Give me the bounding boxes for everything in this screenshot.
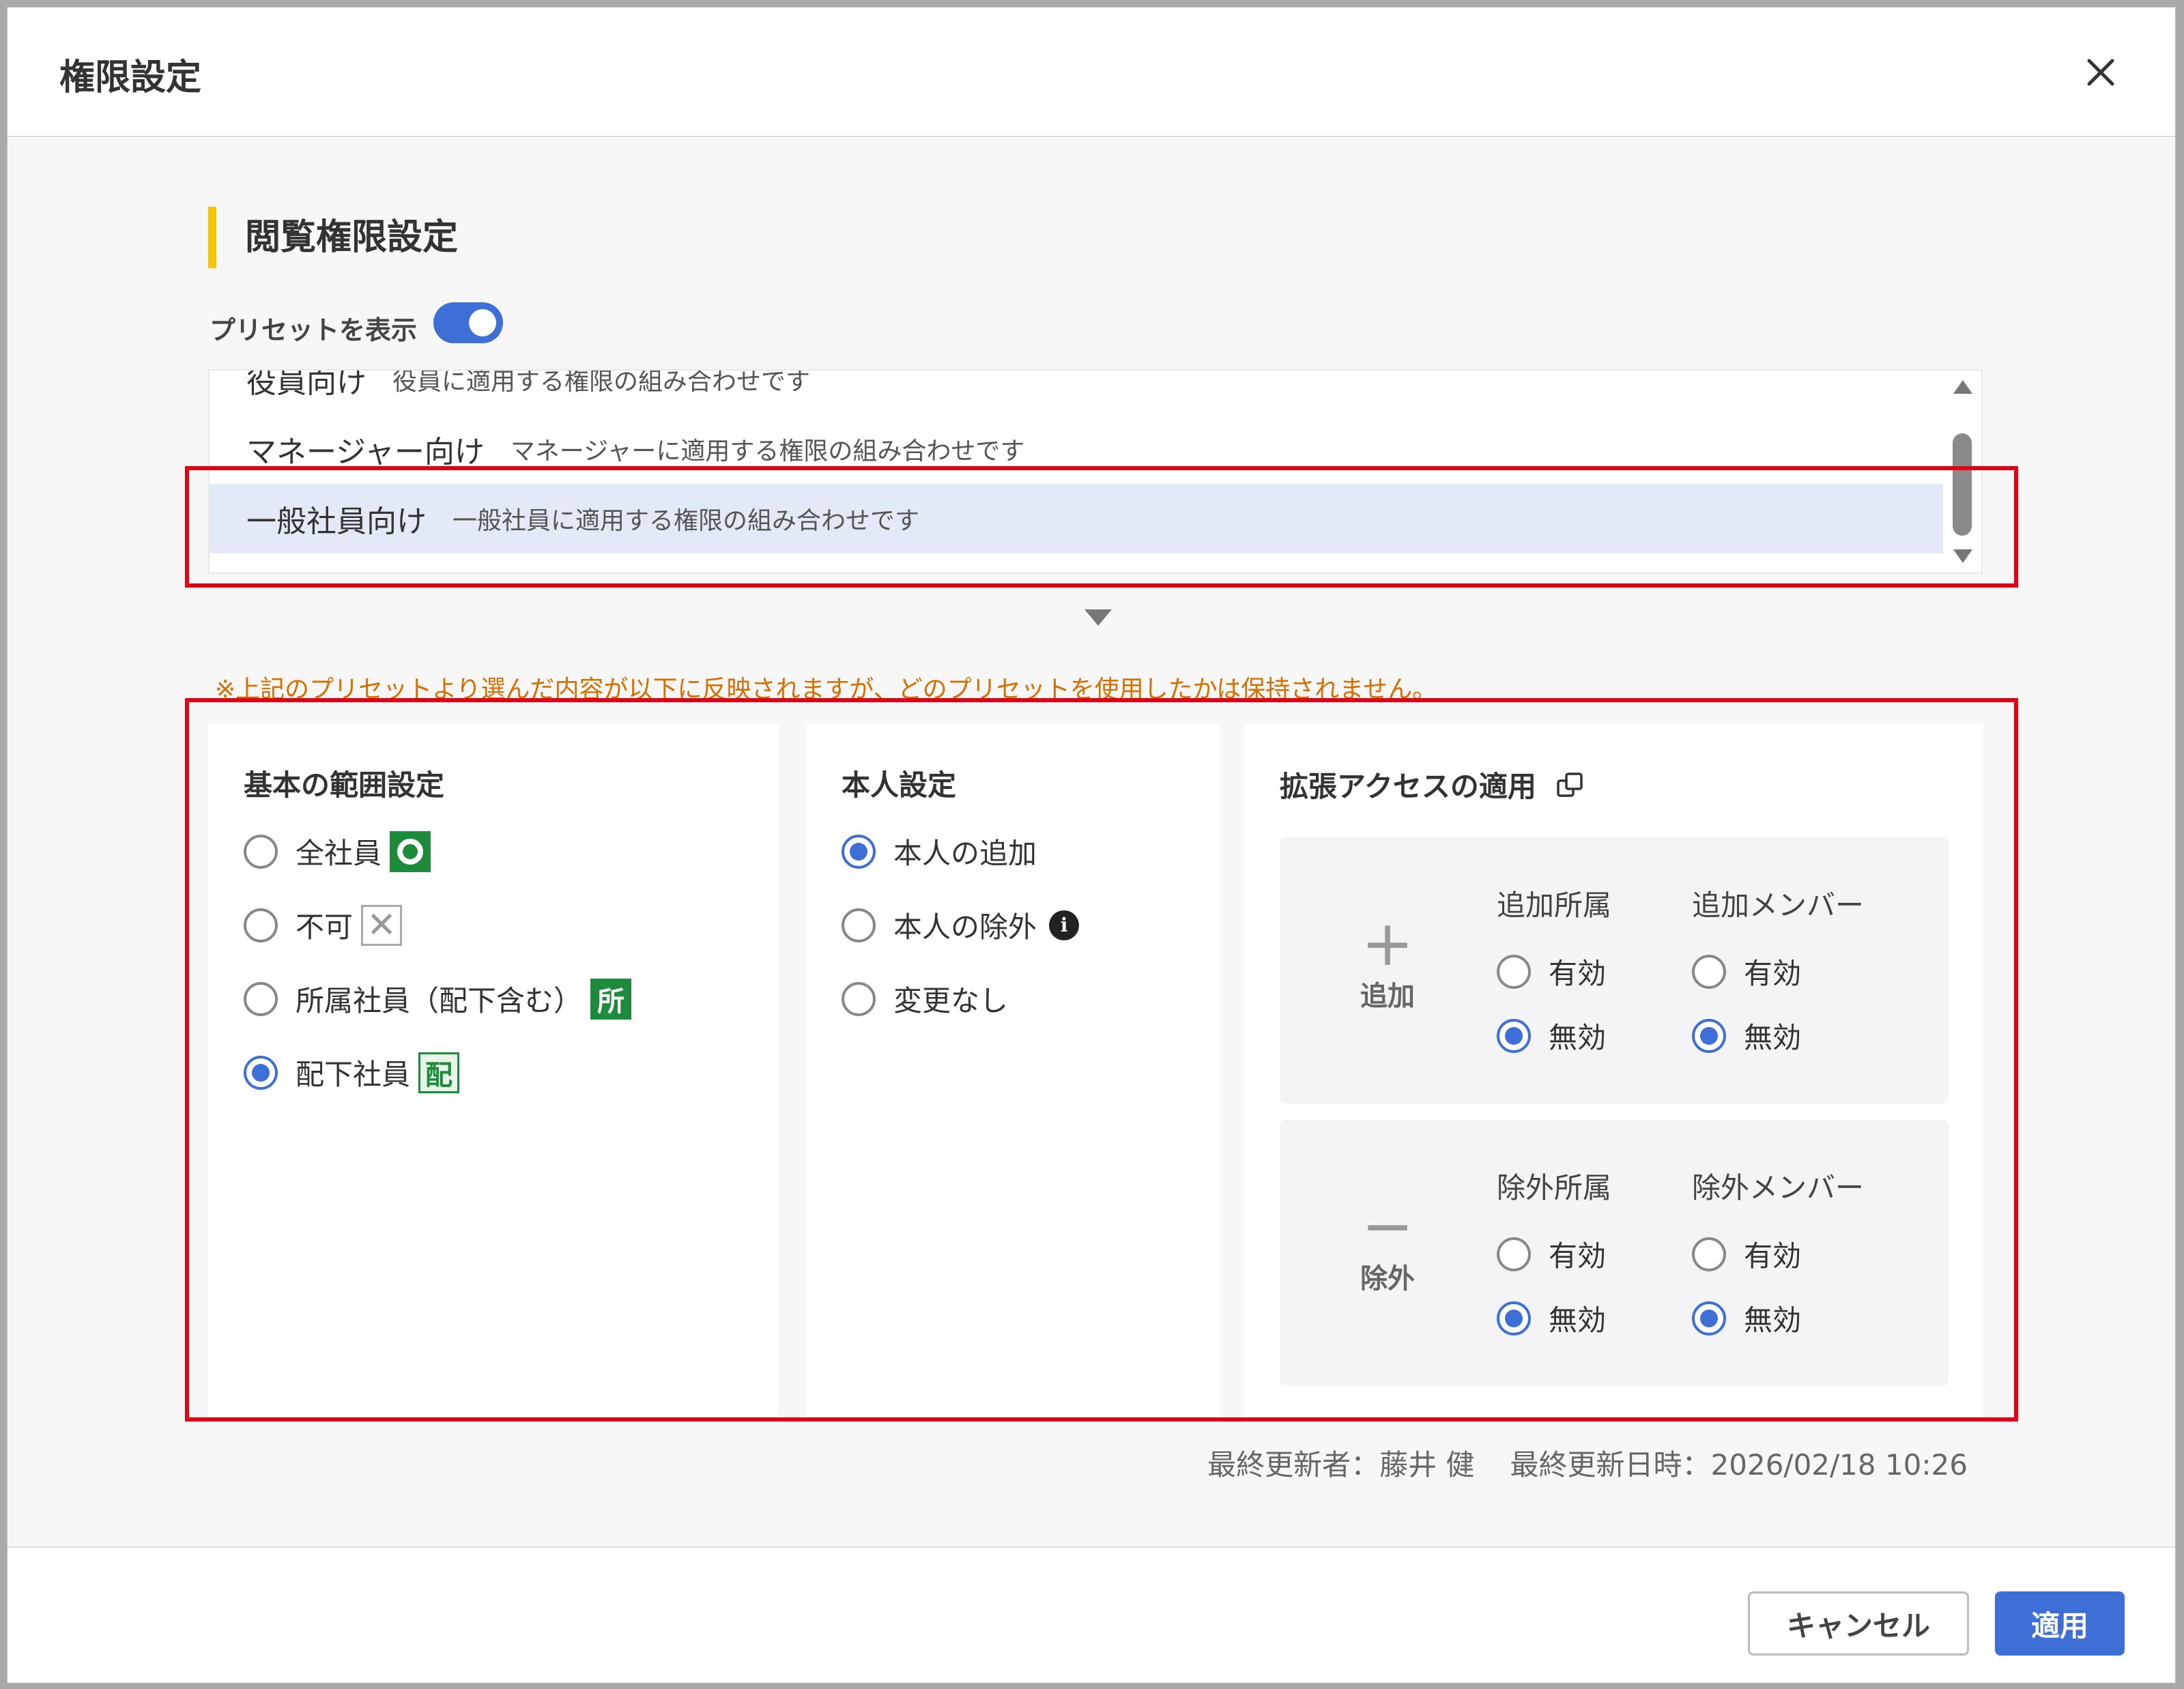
preset-item-executive[interactable]: 役員向け 役員に適用する権限の組み合わせです xyxy=(210,369,1943,414)
dialog-body: 閲覧権限設定 プリセットを表示 役員向け 役員に適用する権限の組み合わせです マ… xyxy=(8,139,2175,1546)
apply-button[interactable]: 適用 xyxy=(1995,1591,2125,1656)
dialog-header: 権限設定 xyxy=(8,8,2175,137)
close-icon[interactable] xyxy=(2084,55,2118,89)
updater-label: 最終更新者： xyxy=(1207,1448,1380,1482)
preset-toggle-label: プリセットを表示 xyxy=(210,315,418,345)
preset-item-desc: マネージャーに適用する権限の組み合わせです xyxy=(510,437,1025,465)
highlight-box-preset xyxy=(185,466,2018,588)
last-updated-info: 最終更新者：藤井 健 最終更新日時：2026/02/18 10:26 xyxy=(1207,1442,1968,1484)
updated-label: 最終更新日時： xyxy=(1510,1448,1711,1482)
preset-item-desc: 役員に適用する権限の組み合わせです xyxy=(392,369,811,396)
preset-toggle[interactable] xyxy=(433,302,503,343)
updated-datetime: 2026/02/18 10:26 xyxy=(1710,1448,1968,1482)
preset-item-name: マネージャー向け xyxy=(246,435,485,470)
toggle-knob xyxy=(469,309,496,336)
scroll-up-icon[interactable] xyxy=(1953,380,1972,394)
updater-name: 藤井 健 xyxy=(1379,1448,1475,1482)
cancel-button[interactable]: キャンセル xyxy=(1748,1591,1969,1656)
dialog-title: 権限設定 xyxy=(59,57,202,98)
section-title: 閲覧権限設定 xyxy=(208,207,458,268)
permission-dialog: 権限設定 閲覧権限設定 プリセットを表示 役員向け 役員に適用する権限の組み合わ… xyxy=(7,7,2176,1683)
dialog-footer: キャンセル 適用 xyxy=(8,1546,2175,1683)
arrow-down-icon xyxy=(1084,609,1112,626)
preset-item-name: 役員向け xyxy=(246,369,367,400)
highlight-box-settings xyxy=(185,698,2018,1421)
